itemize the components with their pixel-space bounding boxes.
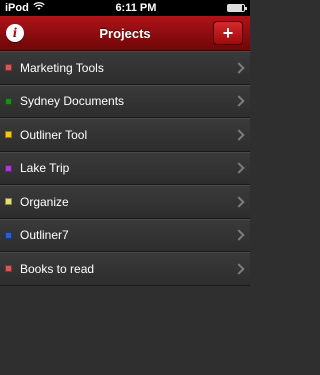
battery-icon <box>227 4 247 12</box>
project-row[interactable]: Organize <box>0 185 250 219</box>
project-color-swatch <box>5 231 12 239</box>
project-label: Sydney Documents <box>20 94 125 109</box>
page-title: Projects <box>99 25 151 41</box>
project-row[interactable]: Sydney Documents <box>0 84 250 118</box>
project-color-swatch <box>5 198 12 206</box>
add-project-button[interactable]: + <box>213 21 243 45</box>
chevron-right-icon <box>233 229 245 241</box>
chevron-right-icon <box>233 62 245 74</box>
chevron-right-icon <box>233 263 245 275</box>
project-row[interactable]: Marketing Tools <box>0 51 250 85</box>
wifi-icon <box>33 2 45 14</box>
project-label: Lake Trip <box>20 161 70 176</box>
chevron-right-icon <box>233 129 245 141</box>
project-color-swatch <box>5 97 12 105</box>
project-color-swatch <box>5 164 12 172</box>
project-row[interactable]: Books to read <box>0 252 250 286</box>
project-label: Marketing Tools <box>20 60 104 75</box>
project-color-swatch <box>5 265 12 273</box>
nav-bar: i Projects + <box>0 16 250 51</box>
chevron-right-icon <box>233 162 245 174</box>
chevron-right-icon <box>233 95 245 107</box>
status-time: 6:11 PM <box>115 2 157 14</box>
info-button[interactable]: i <box>6 24 24 42</box>
project-row[interactable]: Lake Trip <box>0 151 250 185</box>
chevron-right-icon <box>233 196 245 208</box>
project-row[interactable]: Outliner Tool <box>0 118 250 152</box>
project-color-swatch <box>5 131 12 139</box>
project-list: Marketing Tools Sydney Documents Outliner … <box>0 51 250 286</box>
project-color-swatch <box>5 64 12 72</box>
battery-fill <box>228 5 243 11</box>
plus-icon: + <box>222 23 234 43</box>
project-label: Organize <box>20 194 69 209</box>
info-icon: i <box>12 26 18 40</box>
status-bar: iPod 6:11 PM <box>0 0 250 16</box>
project-label: Outliner Tool <box>20 127 88 142</box>
project-row[interactable]: Outliner7 <box>0 218 250 252</box>
carrier-label: iPod <box>5 2 29 14</box>
status-left: iPod <box>5 2 45 14</box>
project-label: Books to read <box>20 261 95 276</box>
project-label: Outliner7 <box>20 228 69 243</box>
